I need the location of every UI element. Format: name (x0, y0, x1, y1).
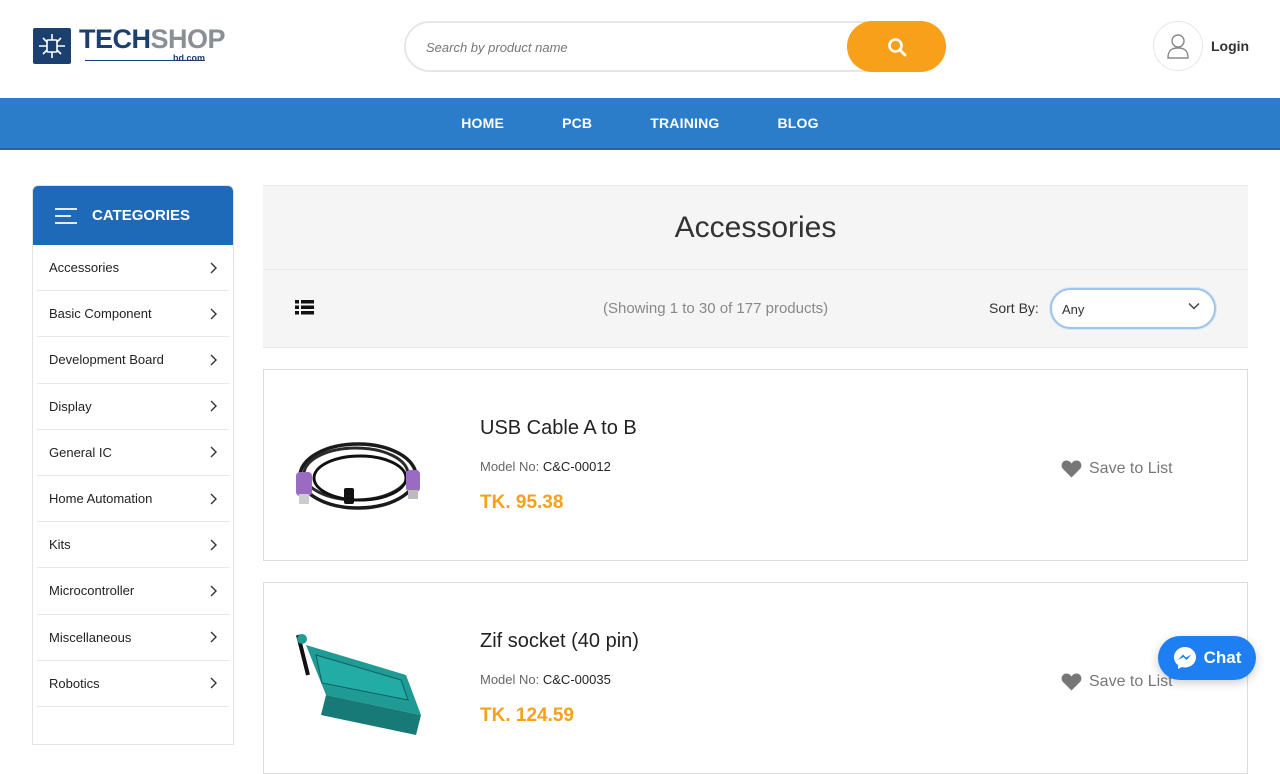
chevron-right-icon (210, 585, 217, 597)
brand-name: TECHSHOP (79, 24, 226, 54)
category-item-kits[interactable]: Kits (37, 522, 229, 569)
product-card: Zif socket (40 pin) Model No: C&C-00035 … (263, 582, 1248, 774)
nav-pcb[interactable]: PCB (562, 115, 592, 131)
heart-icon (1061, 673, 1082, 691)
category-label: Development Board (49, 352, 164, 368)
category-item-display[interactable]: Display (37, 384, 229, 430)
search-icon (887, 37, 906, 56)
product-name[interactable]: Zif socket (40 pin) (480, 630, 639, 653)
product-image-zif-socket[interactable] (286, 605, 436, 755)
category-list: Accessories Basic Component Development … (33, 245, 233, 707)
category-label: Kits (49, 537, 71, 553)
categories-header[interactable]: CATEGORIES (33, 186, 233, 245)
product-model: Model No: C&C-00012 (480, 459, 611, 474)
categories-title: CATEGORIES (92, 207, 191, 224)
model-label: Model No: (480, 459, 540, 474)
category-item-basic-component[interactable]: Basic Component (37, 291, 229, 338)
login-link[interactable]: Login (1153, 21, 1249, 71)
site-header: TECHSHOP bd.com Login (0, 0, 1280, 98)
sort-label: Sort By: (989, 300, 1039, 316)
search-button[interactable] (847, 21, 946, 72)
search-input[interactable] (426, 36, 826, 58)
category-item-development-board[interactable]: Development Board (37, 337, 229, 384)
category-item-robotics[interactable]: Robotics (37, 661, 229, 707)
messenger-icon (1173, 647, 1196, 669)
model-label: Model No: (480, 672, 540, 687)
nav-training[interactable]: TRAINING (650, 115, 719, 131)
chevron-right-icon (210, 308, 217, 320)
category-label: Home Automation (49, 491, 153, 507)
category-label: Miscellaneous (49, 629, 132, 645)
category-label: Display (49, 398, 92, 414)
category-label: Basic Component (49, 306, 152, 322)
brand-domain: bd.com (173, 53, 206, 63)
category-item-accessories[interactable]: Accessories (37, 245, 229, 292)
category-label: Microcontroller (49, 583, 135, 599)
main-nav: HOME PCB TRAINING BLOG (0, 98, 1280, 150)
chevron-right-icon (210, 677, 217, 689)
menu-icon (55, 207, 77, 224)
avatar[interactable] (1153, 21, 1203, 71)
save-to-list-button[interactable]: Save to List (1061, 673, 1173, 691)
chip-logo-icon (33, 28, 71, 64)
page-title-banner: Accessories (263, 185, 1248, 269)
save-to-list-button[interactable]: Save to List (1061, 460, 1173, 478)
save-to-list-label: Save to List (1089, 460, 1173, 477)
product-price: TK. 95.38 (480, 492, 564, 513)
list-view-toggle[interactable] (295, 300, 314, 320)
nav-blog[interactable]: BLOG (778, 115, 819, 131)
sort-value: Any (1062, 302, 1085, 317)
product-card: USB Cable A to B Model No: C&C-00012 TK.… (263, 369, 1248, 561)
login-label[interactable]: Login (1211, 38, 1249, 54)
category-item-microcontroller[interactable]: Microcontroller (37, 568, 229, 615)
chevron-right-icon (210, 262, 217, 274)
category-sidebar: CATEGORIES Accessories Basic Component D… (32, 185, 234, 745)
category-label: Accessories (49, 260, 120, 276)
chevron-right-icon (210, 539, 217, 551)
product-model: Model No: C&C-00035 (480, 672, 611, 687)
chevron-right-icon (210, 400, 217, 412)
save-to-list-label: Save to List (1089, 673, 1173, 690)
chat-label: Chat (1203, 648, 1242, 667)
site-logo[interactable]: TECHSHOP bd.com (33, 24, 226, 66)
category-label: General IC (49, 444, 112, 460)
category-label: Robotics (49, 675, 100, 691)
search-bar (404, 21, 946, 72)
category-item-general-ic[interactable]: General IC (37, 430, 229, 476)
chat-button[interactable]: Chat (1158, 636, 1256, 680)
listing-toolbar: (Showing 1 to 30 of 177 products) Sort B… (263, 269, 1248, 348)
chevron-right-icon (210, 631, 217, 643)
model-number: C&C-00035 (542, 672, 611, 687)
product-price: TK. 124.59 (480, 705, 574, 726)
results-count: (Showing 1 to 30 of 177 products) (603, 300, 829, 317)
page-title: Accessories (674, 210, 837, 244)
product-name[interactable]: USB Cable A to B (480, 417, 637, 440)
chevron-right-icon (210, 354, 217, 366)
product-image-usb-cable[interactable] (286, 392, 436, 542)
chevron-right-icon (210, 446, 217, 458)
list-view-icon (295, 300, 314, 315)
model-number: C&C-00012 (542, 459, 611, 474)
category-item-miscellaneous[interactable]: Miscellaneous (37, 615, 229, 661)
heart-icon (1061, 460, 1082, 478)
category-item-home-automation[interactable]: Home Automation (37, 476, 229, 523)
nav-home[interactable]: HOME (461, 115, 504, 131)
sort-select[interactable]: Any (1050, 288, 1216, 329)
chevron-right-icon (210, 493, 217, 505)
chevron-down-icon (1188, 302, 1200, 310)
user-icon (1167, 34, 1189, 59)
